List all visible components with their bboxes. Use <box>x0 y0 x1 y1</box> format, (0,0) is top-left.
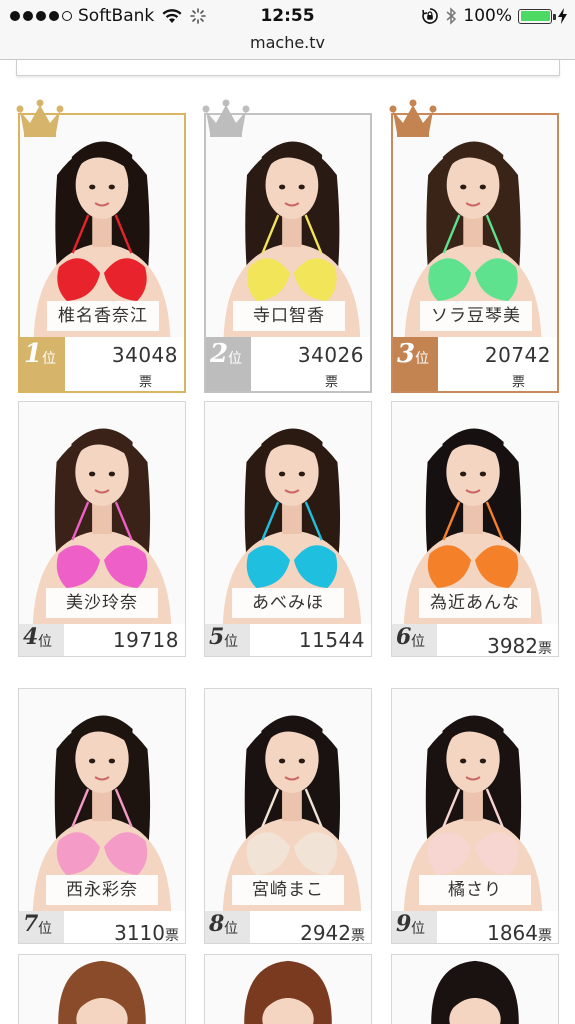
photo-area[interactable]: 西永彩奈 <box>19 689 185 911</box>
ranking-card-partial[interactable] <box>204 954 372 1024</box>
model-name: 西永彩奈 <box>46 875 158 905</box>
model-name: 橘さり <box>419 875 531 905</box>
model-name: 宮崎まこ <box>232 875 344 905</box>
photo-area[interactable]: あべみほ <box>205 402 371 624</box>
rank-badge: 8 位 <box>205 911 250 943</box>
battery-icon <box>518 8 556 24</box>
rank-row: 8 位 2942票 <box>205 911 371 944</box>
rank-row: 6 位 3982票 <box>392 624 558 657</box>
ranking-card[interactable]: 美沙玲奈 4 位 19718 票 <box>18 401 186 657</box>
rank-row: 7 位 3110票 <box>19 911 185 944</box>
bluetooth-icon <box>446 7 457 25</box>
vote-unit-label: 票 <box>511 375 525 390</box>
photo-area[interactable]: ソラ豆琴美 <box>393 115 557 337</box>
vote-count: 3110票 <box>114 921 179 944</box>
rank-badge: 1 位 <box>20 337 65 391</box>
rank-number: 4 <box>23 624 39 650</box>
rank-row: 5 位 11544 票 <box>205 624 371 656</box>
battery-percentage: 100% <box>463 6 512 26</box>
rank-row: 3 位 20742 票 <box>393 337 557 391</box>
status-right: 100% <box>421 6 567 26</box>
rank-badge: 5 位 <box>205 624 250 656</box>
portrait-image[interactable] <box>392 955 558 1024</box>
rank-row: 9 位 1864票 <box>392 911 558 944</box>
ranking-card-partial[interactable] <box>18 954 186 1024</box>
ranking-card-partial[interactable] <box>391 954 559 1024</box>
silver-crown-icon <box>202 99 250 137</box>
rank-unit-label: 位 <box>411 634 425 650</box>
rank-number: 7 <box>23 911 39 937</box>
rank-unit-label: 位 <box>38 921 52 937</box>
photo-area[interactable]: 寺口智香 <box>206 115 370 337</box>
status-bar: SoftBank 12:55 100% <box>0 0 575 32</box>
vote-count: 1864票 <box>487 921 552 944</box>
vote-count: 11544 <box>298 628 365 652</box>
rank-badge: 4 位 <box>19 624 64 656</box>
battery-fill <box>520 11 550 21</box>
ranking-card[interactable]: あべみほ 5 位 11544 票 <box>204 401 372 657</box>
vote-count: 34048 <box>111 343 178 367</box>
charging-bolt-icon <box>558 8 567 24</box>
rank-number: 1 <box>24 339 43 369</box>
vote-unit-label: 票 <box>324 375 338 390</box>
rank-row: 1 位 34048 票 <box>20 337 184 391</box>
gold-crown-icon <box>16 99 64 137</box>
photo-area[interactable]: 橘さり <box>392 689 558 911</box>
vote-count: 2942票 <box>300 921 365 944</box>
rank-unit-label: 位 <box>38 634 52 650</box>
model-name: ソラ豆琴美 <box>420 301 532 331</box>
rank-unit-label: 位 <box>224 634 238 650</box>
rank-unit-label: 位 <box>224 921 238 937</box>
ranking-card[interactable]: 椎名香奈江 1 位 34048 票 <box>18 113 186 393</box>
rank-number: 3 <box>397 339 416 369</box>
bronze-crown-icon <box>389 99 437 137</box>
photo-area[interactable]: 宮崎まこ <box>205 689 371 911</box>
model-name: あべみほ <box>232 588 344 618</box>
rank-row: 4 位 19718 票 <box>19 624 185 656</box>
previous-section-box <box>16 60 560 76</box>
photo-area[interactable]: 椎名香奈江 <box>20 115 184 337</box>
url-text[interactable]: mache.tv <box>250 33 325 52</box>
ranking-card[interactable]: 宮崎まこ 8 位 2942票 <box>204 688 372 944</box>
vote-count: 34026 <box>297 343 364 367</box>
rank-badge: 3 位 <box>393 337 438 391</box>
photo-area[interactable]: 為近あんな <box>392 402 558 624</box>
rank-number: 2 <box>210 339 229 369</box>
model-name: 寺口智香 <box>233 301 345 331</box>
rank-unit-label: 位 <box>411 921 425 937</box>
portrait-image[interactable] <box>19 955 185 1024</box>
rank-unit-label: 位 <box>415 351 429 367</box>
ranking-card[interactable]: 西永彩奈 7 位 3110票 <box>18 688 186 944</box>
ranking-card[interactable]: 橘さり 9 位 1864票 <box>391 688 559 944</box>
rank-row: 2 位 34026 票 <box>206 337 370 391</box>
ranking-card[interactable]: 寺口智香 2 位 34026 票 <box>204 113 372 393</box>
rank-number: 8 <box>209 911 225 937</box>
rank-number: 9 <box>396 911 412 937</box>
vote-unit-label: 票 <box>138 375 152 390</box>
address-bar[interactable]: mache.tv <box>0 32 575 60</box>
rank-unit-label: 位 <box>42 351 56 367</box>
model-name: 為近あんな <box>419 588 531 618</box>
vote-unit-label: 票 <box>326 654 339 656</box>
vote-count: 20742 <box>484 343 551 367</box>
model-name: 椎名香奈江 <box>47 301 159 331</box>
rank-number: 6 <box>396 624 412 650</box>
rank-badge: 9 位 <box>392 911 437 943</box>
ranking-card[interactable]: 為近あんな 6 位 3982票 <box>391 401 559 657</box>
photo-area[interactable]: 美沙玲奈 <box>19 402 185 624</box>
vote-count: 19718 <box>112 628 179 652</box>
vote-count: 3982票 <box>487 634 552 657</box>
portrait-image[interactable] <box>205 955 371 1024</box>
rotation-lock-icon <box>422 8 439 24</box>
rank-badge: 6 位 <box>392 624 437 656</box>
rank-number: 5 <box>209 624 225 650</box>
model-name: 美沙玲奈 <box>46 588 158 618</box>
rank-badge: 7 位 <box>19 911 64 943</box>
vote-unit-label: 票 <box>140 654 153 656</box>
ranking-card[interactable]: ソラ豆琴美 3 位 20742 票 <box>391 113 559 393</box>
rank-badge: 2 位 <box>206 337 251 391</box>
rank-unit-label: 位 <box>228 351 242 367</box>
